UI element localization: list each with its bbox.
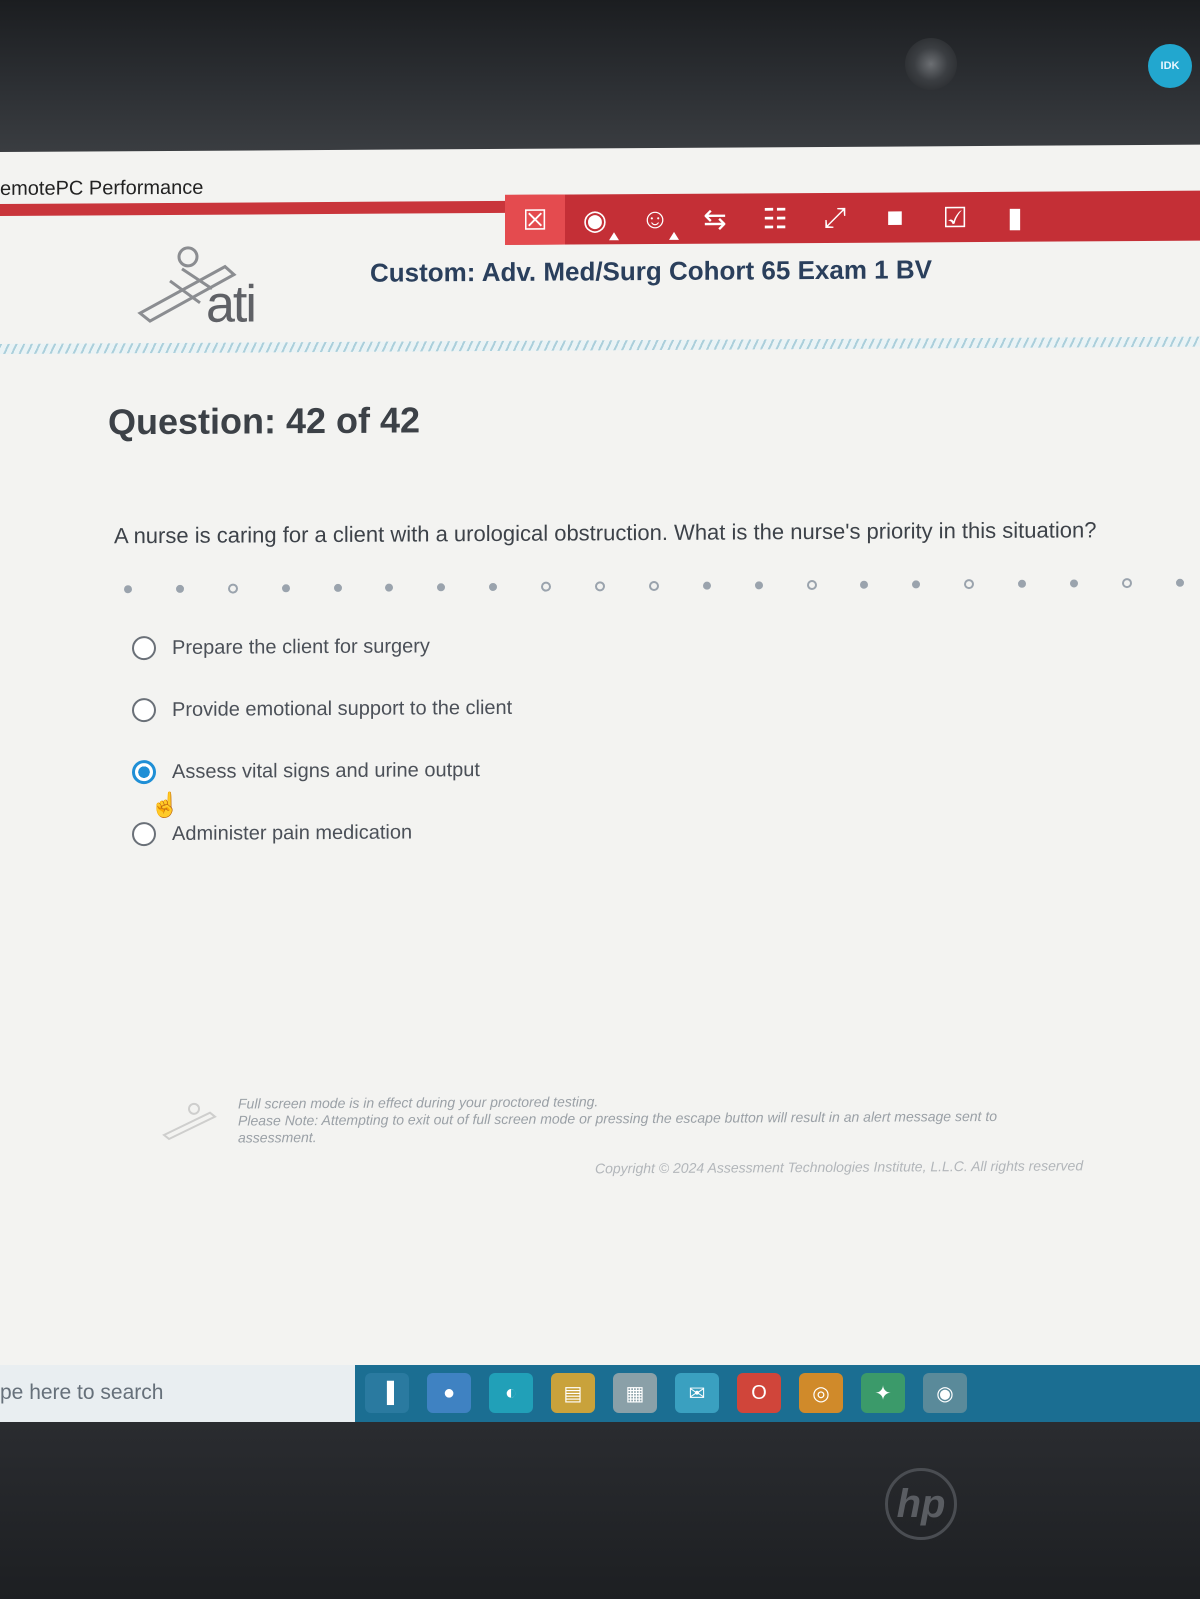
ati-footer-logo: [162, 1102, 217, 1141]
laptop-bezel-bottom: [0, 1422, 1200, 1599]
accessibility-icon: ☺: [640, 202, 670, 235]
laptop-bezel-top: IDK: [0, 0, 1200, 152]
option-label: Prepare the client for surgery: [172, 634, 430, 659]
answer-choices-button[interactable]: ☷: [745, 193, 805, 243]
swap-button[interactable]: ⇆: [685, 193, 745, 243]
fullscreen-notice: Full screen mode is in effect during you…: [238, 1090, 1198, 1147]
flag-button[interactable]: ▮: [985, 192, 1045, 242]
divider-dot: [1121, 578, 1132, 589]
option-label: Provide emotional support to the client: [172, 696, 513, 721]
exam-title: Custom: Adv. Med/Surg Cohort 65 Exam 1 B…: [370, 254, 932, 288]
file-explorer-taskbar-icon[interactable]: ▤: [551, 1373, 595, 1413]
exit-fullscreen-button[interactable]: ☒: [505, 194, 565, 245]
copyright-text: Copyright © 2024 Assessment Technologies…: [595, 1157, 1084, 1177]
screen: emotePC Performance ☒ ◉ ☺ ⇆ ☷ ⤢ ■ ☑ ▮ at…: [0, 144, 1200, 1422]
review-button[interactable]: ☑: [925, 192, 985, 242]
divider-dot: [912, 580, 921, 589]
question-heading: Question: 42 of 42: [108, 399, 421, 443]
header-divider: [0, 336, 1200, 354]
divider-dot: [541, 581, 552, 592]
comment-icon: ■: [886, 201, 904, 233]
divider-dot: [385, 583, 394, 592]
divider-dot: [648, 580, 659, 592]
office-taskbar-icon[interactable]: O: [737, 1373, 781, 1413]
divider-dot: [437, 583, 446, 592]
answer-option-2[interactable]: Provide emotional support to the client: [132, 693, 512, 725]
comment-button[interactable]: ■: [865, 192, 925, 242]
ati-logo-text: ati: [206, 275, 255, 334]
accessibility-button[interactable]: ☺: [625, 194, 685, 244]
divider-dot: [124, 585, 132, 594]
dotted-divider: [124, 577, 1184, 595]
divider-dot: [702, 581, 711, 590]
top-badge: IDK: [1148, 44, 1192, 88]
radio-button[interactable]: [132, 698, 156, 723]
divider-dot: [1175, 578, 1184, 587]
swap-icon: ⇆: [703, 203, 727, 235]
divider-dot: [964, 579, 975, 590]
hp-logo: hp: [885, 1468, 957, 1540]
abcd-icon: ☷: [762, 202, 788, 234]
divider-dot: [806, 580, 817, 591]
taskbar-icons: ▐ ● ◐ ▤ ▦ ✉ O ◎ ✦ ◉: [365, 1373, 967, 1413]
answer-option-1[interactable]: Prepare the client for surgery: [132, 631, 512, 663]
divider-dot: [1070, 579, 1079, 588]
app-remote-taskbar-icon[interactable]: ◉: [923, 1373, 967, 1413]
radio-button[interactable]: [132, 636, 156, 661]
chrome-taskbar-icon[interactable]: ◎: [799, 1373, 843, 1413]
divider-dot: [227, 583, 238, 594]
window-title: emotePC Performance: [0, 176, 204, 200]
divider-dot: [1018, 579, 1027, 588]
firefox-taskbar-icon[interactable]: ●: [427, 1373, 471, 1413]
option-label: Assess vital signs and urine output: [172, 758, 480, 783]
exit-fullscreen-icon: ☒: [522, 204, 548, 236]
divider-dot: [333, 583, 342, 592]
edge-taskbar-icon[interactable]: ◐: [489, 1373, 533, 1413]
checklist-icon: ☑: [942, 201, 968, 233]
view-button[interactable]: ◉: [565, 194, 625, 244]
hand-cursor-icon: ☝: [150, 791, 180, 820]
answer-option-3[interactable]: Assess vital signs and urine output: [132, 755, 512, 787]
eye-icon: ◉: [582, 203, 608, 235]
answer-option-4[interactable]: Administer pain medication: [132, 817, 512, 849]
mail-taskbar-icon[interactable]: ✉: [675, 1373, 719, 1413]
answer-options: Prepare the client for surgery Provide e…: [132, 631, 512, 881]
windows-taskbar: pe here to search ▐ ● ◐ ▤ ▦ ✉ O ◎ ✦ ◉: [0, 1365, 1200, 1423]
flag-icon: ▮: [1007, 201, 1023, 233]
divider-dot: [175, 584, 184, 593]
question-text: A nurse is caring for a client with a ur…: [114, 517, 1097, 549]
divider-dot: [281, 584, 290, 593]
divider-dot: [595, 581, 606, 592]
app-green-taskbar-icon[interactable]: ✦: [861, 1373, 905, 1413]
divider-dot: [754, 581, 763, 590]
webcam: [905, 38, 957, 90]
radio-button-selected[interactable]: [132, 760, 156, 785]
divider-dot: [489, 582, 498, 592]
store-taskbar-icon[interactable]: ▦: [613, 1373, 657, 1413]
option-label: Administer pain medication: [172, 820, 413, 845]
caret-icon: [669, 231, 679, 240]
fullscreen-button[interactable]: ⤢: [805, 193, 865, 243]
task-view-taskbar-icon[interactable]: ▐: [365, 1373, 409, 1413]
taskbar-search-box[interactable]: pe here to search: [0, 1365, 355, 1423]
caret-icon: [609, 232, 619, 241]
radio-button[interactable]: [132, 822, 156, 847]
exam-toolbar: ☒ ◉ ☺ ⇆ ☷ ⤢ ■ ☑ ▮: [505, 190, 1200, 245]
divider-dot: [860, 580, 869, 589]
search-placeholder: pe here to search: [0, 1381, 164, 1404]
expand-icon: ⤢: [823, 201, 847, 233]
